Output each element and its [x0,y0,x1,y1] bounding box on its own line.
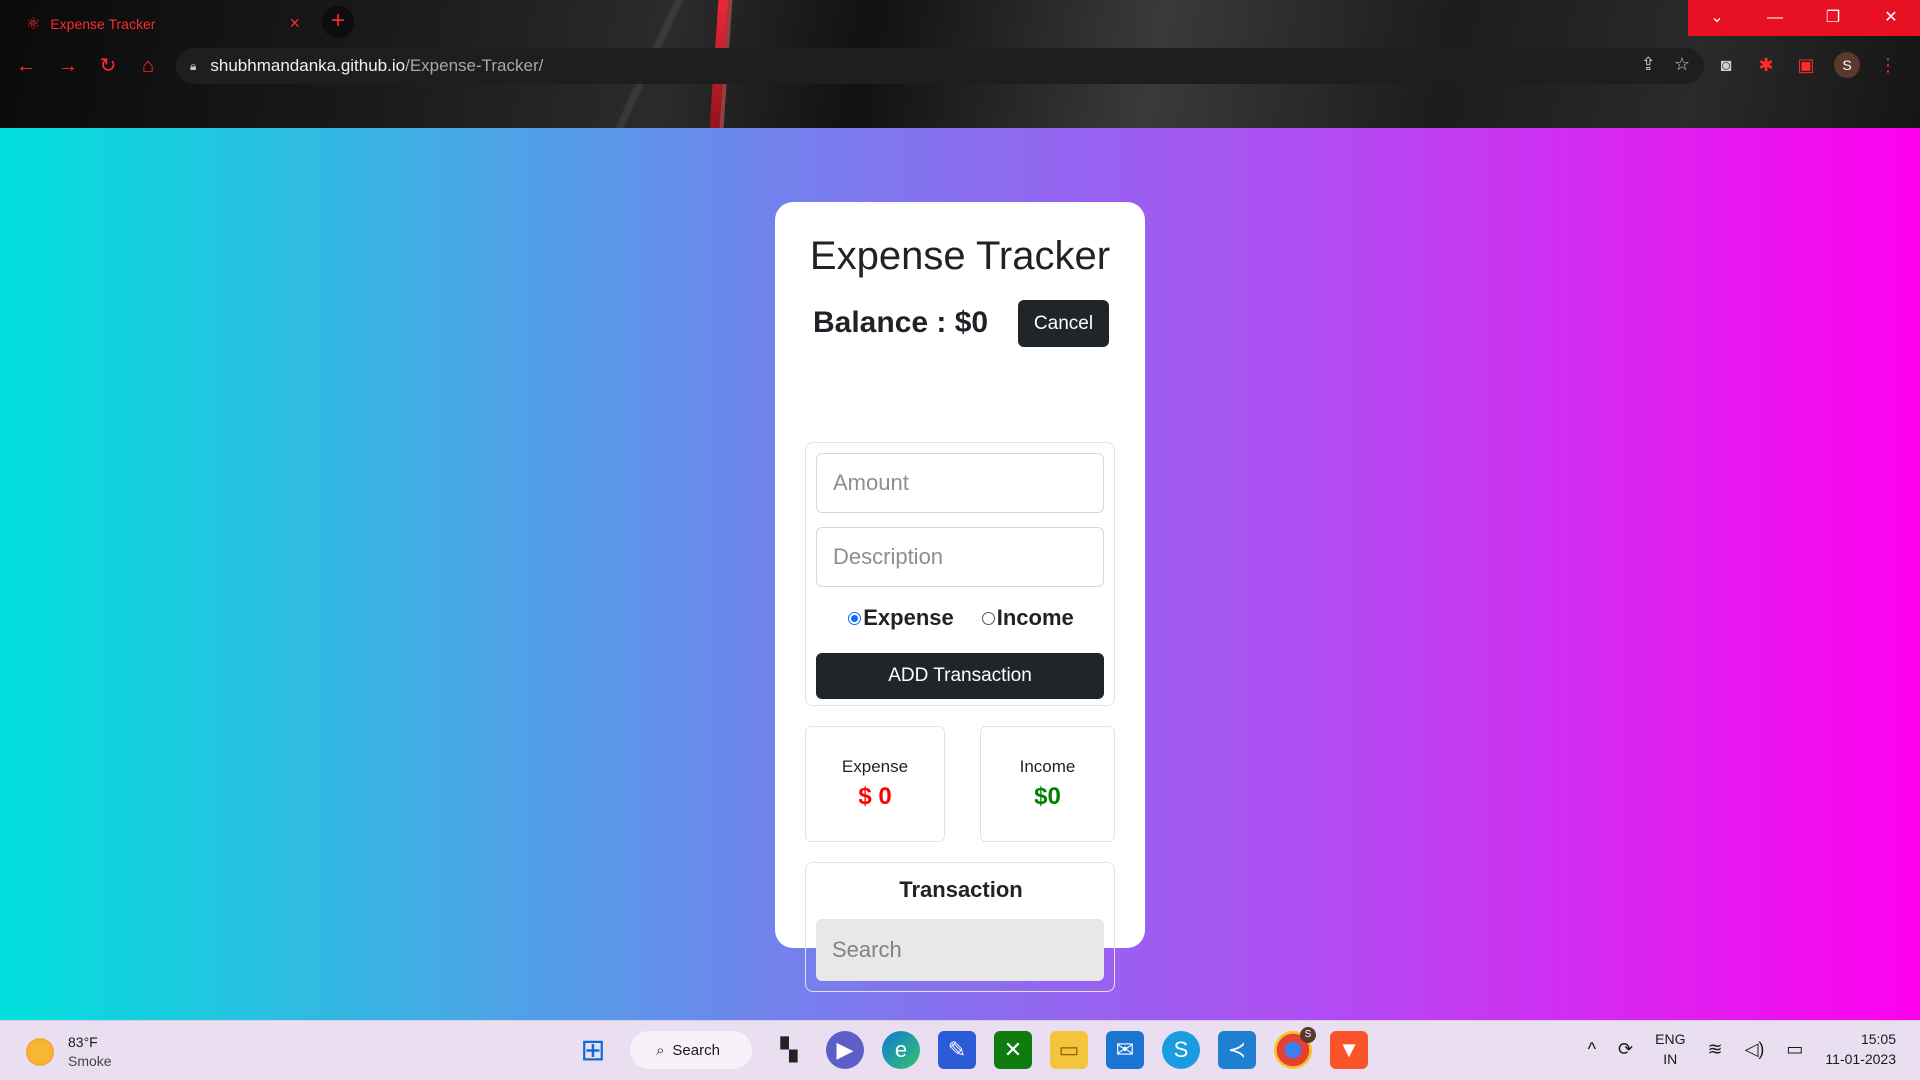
clock-time: 15:05 [1860,1031,1896,1047]
taskbar-search-label: Search [672,1041,720,1059]
skype-icon[interactable]: S [1162,1031,1200,1069]
windows-start-icon[interactable]: ⊞ [574,1031,612,1069]
restore-button[interactable]: ❐ [1804,0,1862,36]
income-radio[interactable]: Income [981,605,1074,631]
income-summary-label: Income [1019,757,1076,776]
add-transaction-form: Amount Description Expense Income ADD Tr… [805,442,1115,706]
xbox-icon[interactable]: ✕ [994,1031,1032,1069]
tab-close-icon[interactable]: × [289,13,300,34]
volume-icon[interactable]: ◁) [1745,1039,1765,1060]
url-host: shubhmandanka.github.io [210,56,406,75]
income-summary-value: $0 [1034,783,1061,810]
back-arrow-icon[interactable]: ← [14,54,38,78]
language-region: IN [1663,1051,1678,1067]
taskbar-search[interactable]: ⌕ Search [630,1031,752,1069]
expense-radio-dot[interactable] [848,611,862,625]
brave-icon[interactable]: ▼ [1330,1031,1368,1069]
windows-taskbar: 83°F Smoke ⊞ ⌕ Search ▚ ▶ e ✎ ✕ ▭ ✉ S ≺ … [0,1020,1920,1080]
expense-summary-label: Expense [841,757,909,776]
forward-arrow-icon[interactable]: → [56,54,80,78]
teams-chat-icon[interactable]: ▶ [826,1031,864,1069]
puzzle-extension-icon[interactable]: ✱ [1754,55,1778,76]
transaction-search-input[interactable]: Search [816,919,1104,981]
wifi-icon[interactable]: ≋ [1707,1039,1722,1060]
weather-widget[interactable]: 83°F Smoke [26,1033,112,1071]
sync-icon[interactable]: ⟳ [1618,1039,1633,1060]
expense-radio-label: Expense [863,605,954,630]
income-radio-dot[interactable] [981,611,995,625]
extension-icons: ◙ ✱ ▣ S ⋮ [1714,52,1900,78]
home-icon[interactable]: ⌂ [136,54,160,78]
chrome-icon[interactable]: S [1274,1027,1316,1069]
url-path: /Expense-Tracker/ [405,56,544,75]
expense-summary-box: Expense $ 0 [805,726,945,842]
tab-title: Expense Tracker [50,16,156,32]
expense-tracker-card: Expense Tracker Balance : $0 Cancel Amou… [775,202,1145,992]
navigation-bar: ← → ↻ ⌂ 🔒︎ shubhmandanka.github.io /Expe… [0,46,1920,86]
chrome-profile-badge: S [1300,1027,1316,1043]
new-tab-button[interactable]: + [322,6,354,38]
taskbar-apps: ⊞ ⌕ Search ▚ ▶ e ✎ ✕ ▭ ✉ S ≺ S ▼ [574,1027,1368,1069]
minimize-button[interactable]: — [1746,0,1804,36]
edge-icon[interactable]: e [882,1031,920,1069]
balance-label: Balance : $0 [813,306,989,339]
sidebar-icon[interactable]: ▣ [1794,55,1818,76]
camera-extension-icon[interactable]: ◙ [1714,55,1738,76]
language-indicator[interactable]: ENG IN [1655,1029,1685,1069]
browser-chrome: ⚛ Expense Tracker × + ⌄ — ❐ ✕ ← → ↻ ⌂ 🔒︎… [0,0,1920,128]
browser-tab-active[interactable]: ⚛ Expense Tracker × [10,4,310,44]
weather-temperature: 83°F [68,1034,98,1050]
income-radio-label: Income [996,605,1074,630]
bookmark-star-icon[interactable]: ☆ [1674,54,1690,75]
window-controls: ⌄ — ❐ ✕ [1688,0,1920,36]
chevron-up-icon[interactable]: ^ [1588,1039,1596,1060]
reload-icon[interactable]: ↻ [96,54,120,78]
type-radio-group: Expense Income [806,605,1116,631]
amount-input[interactable]: Amount [816,453,1104,513]
tab-search-icon[interactable]: ⌄ [1688,0,1746,36]
vscode-icon[interactable]: ≺ [1218,1031,1256,1069]
profile-avatar[interactable]: S [1834,52,1860,78]
language-code: ENG [1655,1031,1686,1047]
expense-summary-value: $ 0 [858,783,892,810]
system-tray: ^ ⟳ ENG IN ≋ ◁) ▭ 15:05 11-01-2023 [1588,1029,1896,1069]
address-bar-actions: ⇪ ☆ [1641,54,1690,75]
battery-icon[interactable]: ▭ [1786,1039,1803,1060]
file-explorer-icon[interactable]: ▭ [1050,1031,1088,1069]
weather-description: Smoke [68,1053,112,1069]
mail-icon[interactable]: ✉ [1106,1031,1144,1069]
close-window-button[interactable]: ✕ [1862,0,1920,36]
react-logo-icon: ⚛ [26,16,41,33]
weather-sun-icon [26,1038,54,1066]
app-title: Expense Tracker [809,234,1111,278]
income-summary-box: Income $0 [980,726,1115,842]
cancel-button[interactable]: Cancel [1018,300,1109,347]
task-view-icon[interactable]: ▚ [770,1031,808,1069]
expense-radio[interactable]: Expense [848,605,954,631]
clock-date: 11-01-2023 [1825,1051,1896,1067]
lock-icon[interactable]: 🔒︎ [190,59,196,74]
menu-kebab-icon[interactable]: ⋮ [1876,55,1900,76]
transactions-heading: Transaction [899,877,1023,902]
transactions-section: Transaction Search [805,862,1115,992]
address-bar[interactable]: 🔒︎ shubhmandanka.github.io /Expense-Trac… [176,48,1704,84]
add-transaction-button[interactable]: ADD Transaction [816,653,1104,699]
pen-app-icon[interactable]: ✎ [938,1031,976,1069]
clock[interactable]: 15:05 11-01-2023 [1825,1029,1896,1069]
magnifier-icon: ⌕ [656,1041,665,1059]
description-input[interactable]: Description [816,527,1104,587]
share-icon[interactable]: ⇪ [1641,54,1656,75]
page-background: Expense Tracker Balance : $0 Cancel Amou… [0,128,1920,1020]
